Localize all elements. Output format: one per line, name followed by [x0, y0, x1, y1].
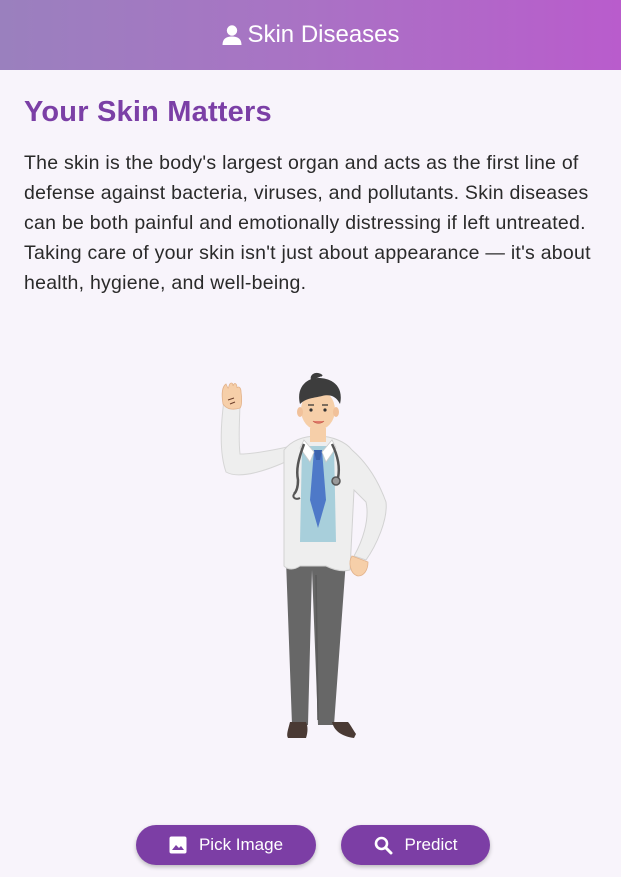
user-icon	[221, 24, 243, 46]
app-title: Skin Diseases	[247, 21, 400, 48]
app-bar: Skin Diseases	[0, 0, 621, 70]
search-icon	[374, 836, 393, 854]
doctor-illustration	[200, 370, 400, 750]
description-text: The skin is the body's largest organ and…	[24, 152, 591, 294]
pick-image-label: Pick Image	[198, 835, 284, 854]
pick-image-button[interactable]: Pick Image	[136, 825, 316, 865]
predict-label: Predict	[404, 835, 458, 854]
page-heading: Your Skin Matters	[24, 96, 272, 128]
predict-button[interactable]: Predict	[341, 825, 490, 865]
image-icon	[169, 836, 187, 854]
